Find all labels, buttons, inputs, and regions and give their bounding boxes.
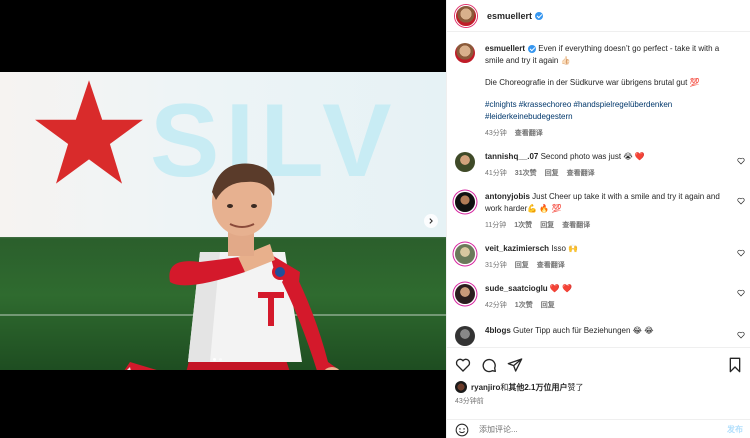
comment-text: ❤️ ❤️	[549, 284, 573, 293]
like-heart-icon[interactable]	[455, 357, 471, 373]
liker-avatar	[455, 381, 467, 393]
comment-item: 4blogs Guter Tipp auch für Beziehungen 😂…	[447, 325, 750, 346]
post-timestamp: 43分钟前	[455, 398, 484, 405]
comment-reply[interactable]: 回复	[515, 260, 529, 272]
comment-reply[interactable]: 回复	[545, 168, 559, 180]
chevron-right-icon	[429, 218, 433, 224]
carousel-indicator	[213, 358, 222, 361]
comment-username[interactable]: veit_kazimiersch	[485, 244, 549, 253]
caption-hashtags[interactable]: #clnights #krassechoreo #handspielregelü…	[485, 99, 735, 123]
comment-body: veit_kazimiersch Isso 🙌 31分钟 回复 查看翻译	[485, 243, 725, 272]
player-figure	[124, 163, 340, 370]
comment-body: 4blogs Guter Tipp auch für Beziehungen 😂…	[485, 325, 725, 346]
comment-composer: 发布	[447, 419, 750, 438]
carousel-next-button[interactable]	[424, 214, 438, 228]
likes-others[interactable]: 其他2.1万位用户	[508, 382, 567, 393]
comment-reply[interactable]: 回复	[540, 220, 554, 232]
comment-text: Isso 🙌	[551, 244, 579, 253]
like-comment-heart-icon[interactable]	[737, 331, 745, 339]
comment-likes[interactable]: 1次赞	[515, 300, 533, 312]
author-avatar[interactable]	[455, 4, 477, 27]
comment-avatar[interactable]	[455, 192, 475, 212]
comment-time: 41分钟	[485, 170, 507, 177]
comment-reply[interactable]: 回复	[541, 300, 555, 312]
comment-avatar[interactable]	[455, 244, 475, 264]
comment-username[interactable]: antonyjobis	[485, 192, 530, 201]
bookmark-icon[interactable]	[727, 357, 743, 373]
verified-badge-icon	[528, 44, 537, 53]
post-actions	[447, 347, 750, 381]
comment-item: tannishq__.07 Second photo was just 😭 ❤️…	[447, 151, 750, 180]
comment-username[interactable]: tannishq__.07	[485, 152, 538, 161]
comment-avatar[interactable]	[455, 152, 475, 172]
comment-likes[interactable]: 31次赞	[515, 168, 537, 180]
comment-item: antonyjobis Just Cheer up take it with a…	[447, 191, 750, 232]
comment-see-translation[interactable]: 查看翻译	[567, 168, 595, 180]
likes-summary[interactable]: ryanjiro 和 其他2.1万位用户 赞了	[455, 381, 583, 393]
comment-text: Guter Tipp auch für Beziehungen 😂 😂	[513, 326, 654, 335]
comment-time: 11分钟	[485, 222, 507, 229]
media-viewer: SILV	[0, 0, 446, 438]
comment-item: sude_saatcioglu ❤️ ❤️ 42分钟 1次赞 回复	[447, 283, 750, 312]
comment-text: Second photo was just 😭 ❤️	[540, 152, 645, 161]
comment-time: 42分钟	[485, 302, 507, 309]
caption-see-translation[interactable]: 查看翻译	[515, 128, 543, 140]
carousel-dot-1	[213, 358, 216, 361]
caption-author-name[interactable]: esmuellert	[485, 44, 537, 53]
comment-input[interactable]	[479, 425, 679, 434]
post-side-panel: esmuellert esmuellert Even if everything…	[446, 0, 750, 438]
likes-and: 和	[500, 382, 509, 392]
comment-username[interactable]: sude_saatcioglu	[485, 284, 548, 293]
caption-meta: 43分钟 查看翻译	[485, 128, 735, 140]
comment-username[interactable]: 4blogs	[485, 326, 511, 335]
liker-username[interactable]: ryanjiro	[471, 383, 500, 392]
post-comment-button[interactable]: 发布	[727, 424, 743, 435]
likes-suffix: 赞了	[567, 382, 584, 392]
comment-see-translation[interactable]: 查看翻译	[537, 260, 565, 272]
comment-see-translation[interactable]: 查看翻译	[562, 220, 590, 232]
emoji-picker-icon[interactable]	[455, 423, 469, 437]
like-comment-heart-icon[interactable]	[737, 289, 745, 297]
comment-meta: 31分钟 回复 查看翻译	[485, 260, 725, 272]
caption-author-avatar[interactable]	[455, 43, 475, 63]
app: SILV esmuellert esmuellert Even if every…	[0, 0, 750, 438]
like-comment-heart-icon[interactable]	[737, 249, 745, 257]
comment-body: tannishq__.07 Second photo was just 😭 ❤️…	[485, 151, 725, 180]
comment-meta: 41分钟 31次赞 回复 查看翻译	[485, 168, 725, 180]
comment-avatar[interactable]	[455, 326, 475, 346]
like-comment-heart-icon[interactable]	[737, 197, 745, 205]
caption-body: esmuellert Even if everything doesn’t go…	[485, 43, 735, 140]
verified-badge-icon	[535, 12, 544, 21]
carousel-dot-2	[219, 358, 222, 361]
comment-body: sude_saatcioglu ❤️ ❤️ 42分钟 1次赞 回复	[485, 283, 725, 312]
post-photo[interactable]: SILV	[0, 72, 446, 370]
comment-likes[interactable]: 1次赞	[514, 220, 532, 232]
comment-meta: 42分钟 1次赞 回复	[485, 300, 725, 312]
comment-bubble-icon[interactable]	[481, 357, 497, 373]
comment-avatar[interactable]	[455, 284, 475, 304]
comment-item: veit_kazimiersch Isso 🙌 31分钟 回复 查看翻译	[447, 243, 750, 272]
like-comment-heart-icon[interactable]	[737, 157, 745, 165]
share-send-icon[interactable]	[507, 357, 523, 373]
comment-meta: 11分钟 1次赞 回复 查看翻译	[485, 220, 725, 232]
comment-time: 31分钟	[485, 262, 507, 269]
author-username[interactable]: esmuellert	[487, 11, 544, 21]
comments-list[interactable]: esmuellert Even if everything doesn’t go…	[447, 33, 750, 346]
post-header: esmuellert	[447, 0, 750, 32]
caption-time: 43分钟	[485, 130, 507, 137]
caption-text-2: Die Choreografie in der Südkurve war übr…	[485, 78, 700, 87]
comment-body: antonyjobis Just Cheer up take it with a…	[485, 191, 725, 232]
post-caption: esmuellert Even if everything doesn’t go…	[447, 33, 750, 140]
